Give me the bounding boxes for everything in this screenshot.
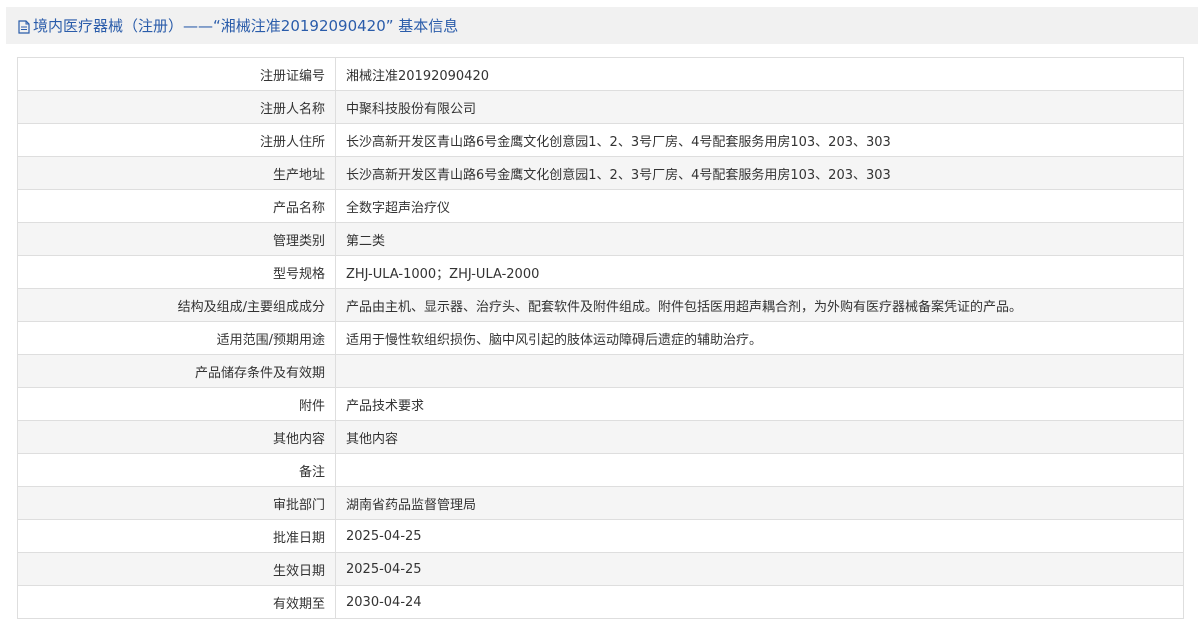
field-value: 2025-04-25 [335,552,1184,586]
table-row: 备注 [17,453,1184,487]
table-row: 适用范围/预期用途 适用于慢性软组织损伤、脑中风引起的肢体运动障碍后遗症的辅助治疗… [17,321,1184,355]
field-label: 备注 [17,453,336,487]
field-value: 2025-04-25 [335,519,1184,553]
table-row: 注册证编号 湘械注准20192090420 [17,57,1184,91]
table-row: 结构及组成/主要组成成分 产品由主机、显示器、治疗头、配套软件及附件组成。附件包括… [17,288,1184,322]
field-value: 适用于慢性软组织损伤、脑中风引起的肢体运动障碍后遗症的辅助治疗。 [335,321,1184,355]
field-value: 产品技术要求 [335,387,1184,421]
field-value: 第二类 [335,222,1184,256]
field-label: 附件 [17,387,336,421]
field-label: 生产地址 [17,156,336,190]
table-row: 产品储存条件及有效期 [17,354,1184,388]
table-row: 产品名称 全数字超声治疗仪 [17,189,1184,223]
field-label: 注册人住所 [17,123,336,157]
field-label: 审批部门 [17,486,336,520]
field-label: 注册证编号 [17,57,336,91]
field-label: 型号规格 [17,255,336,289]
field-value: 湖南省药品监督管理局 [335,486,1184,520]
field-label: 注册人名称 [17,90,336,124]
field-value: 其他内容 [335,420,1184,454]
field-label: 生效日期 [17,552,336,586]
field-label: 产品储存条件及有效期 [17,354,336,388]
field-value [335,453,1184,487]
table-row: 生产地址 长沙高新开发区青山路6号金鹰文化创意园1、2、3号厂房、4号配套服务用房… [17,156,1184,190]
field-value: 湘械注准20192090420 [335,57,1184,91]
field-label: 结构及组成/主要组成成分 [17,288,336,322]
field-value: 中聚科技股份有限公司 [335,90,1184,124]
field-value: 2030-04-24 [335,585,1184,619]
document-icon [18,19,30,34]
table-row: 型号规格 ZHJ-ULA-1000；ZHJ-ULA-2000 [17,255,1184,289]
table-row: 其他内容 其他内容 [17,420,1184,454]
field-label: 适用范围/预期用途 [17,321,336,355]
table-row: 附件 产品技术要求 [17,387,1184,421]
field-value: ZHJ-ULA-1000；ZHJ-ULA-2000 [335,255,1184,289]
field-label: 批准日期 [17,519,336,553]
field-label: 有效期至 [17,585,336,619]
table-row: 生效日期 2025-04-25 [17,552,1184,586]
table-row: 审批部门 湖南省药品监督管理局 [17,486,1184,520]
field-label: 产品名称 [17,189,336,223]
page-header: 境内医疗器械（注册）——“湘械注准20192090420” 基本信息 [6,7,1198,44]
field-value: 长沙高新开发区青山路6号金鹰文化创意园1、2、3号厂房、4号配套服务用房103、… [335,156,1184,190]
field-label: 其他内容 [17,420,336,454]
table-row: 有效期至 2030-04-24 [17,585,1184,619]
field-value: 产品由主机、显示器、治疗头、配套软件及附件组成。附件包括医用超声耦合剂，为外购有… [335,288,1184,322]
table-row: 管理类别 第二类 [17,222,1184,256]
info-table-container: 注册证编号 湘械注准20192090420 注册人名称 中聚科技股份有限公司 注册人住所… [17,57,1184,619]
field-value: 长沙高新开发区青山路6号金鹰文化创意园1、2、3号厂房、4号配套服务用房103、… [335,123,1184,157]
field-label: 管理类别 [17,222,336,256]
info-table: 注册证编号 湘械注准20192090420 注册人名称 中聚科技股份有限公司 注册人住所… [17,57,1184,619]
table-row: 批准日期 2025-04-25 [17,519,1184,553]
field-value: 全数字超声治疗仪 [335,189,1184,223]
table-row: 注册人名称 中聚科技股份有限公司 [17,90,1184,124]
field-value [335,354,1184,388]
table-row: 注册人住所 长沙高新开发区青山路6号金鹰文化创意园1、2、3号厂房、4号配套服务用… [17,123,1184,157]
page-title: 境内医疗器械（注册）——“湘械注准20192090420” 基本信息 [33,17,459,35]
